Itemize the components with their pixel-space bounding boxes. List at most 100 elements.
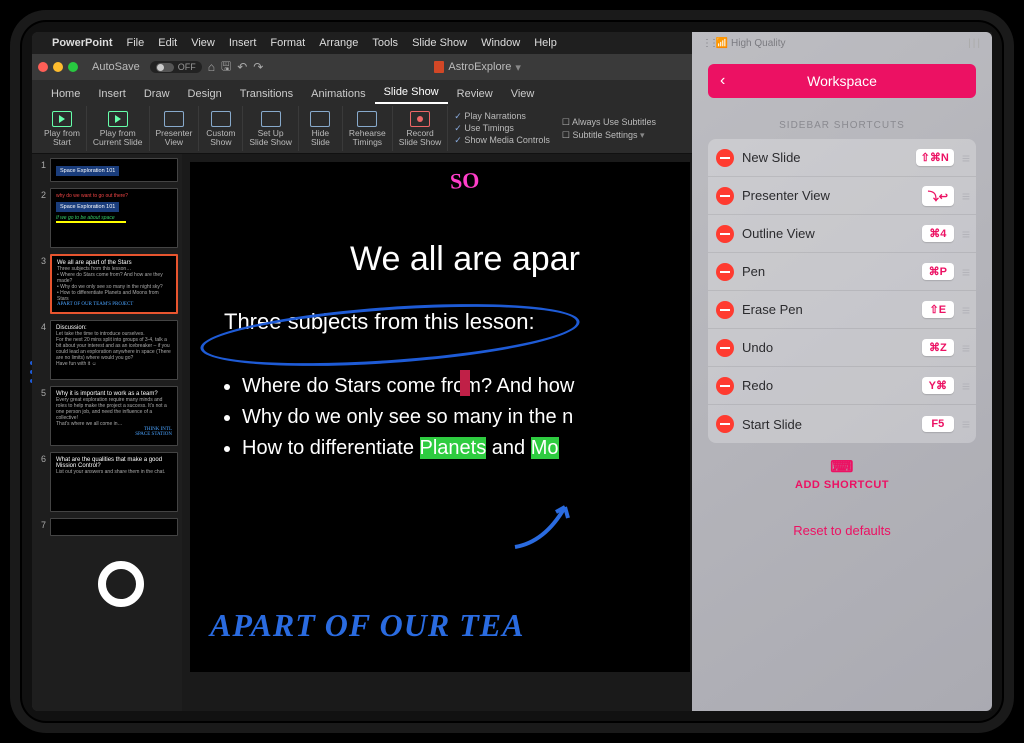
shortcut-row[interactable]: Outline View⌘4≡ — [708, 215, 976, 253]
tab-slideshow[interactable]: Slide Show — [375, 82, 448, 104]
annotation-handwriting: APART OF OUR TEA — [210, 607, 524, 644]
menu-view[interactable]: View — [191, 37, 215, 49]
menu-arrange[interactable]: Arrange — [319, 37, 358, 49]
traffic-lights[interactable] — [38, 62, 78, 72]
add-shortcut-button[interactable]: ⌨ ADD SHORTCUT — [692, 457, 992, 491]
drag-handle-icon[interactable]: ≡ — [962, 264, 968, 280]
play-from-start-button[interactable]: Play from Start — [38, 106, 87, 151]
thumbnail-3[interactable]: We all are apart of the StarsThree subje… — [50, 254, 178, 314]
save-icon[interactable]: 🖫 — [221, 57, 231, 78]
zoom-icon[interactable] — [68, 62, 78, 72]
tab-draw[interactable]: Draw — [135, 84, 179, 104]
subtitle-controls: Always Use Subtitles Subtitle Settings — [556, 106, 662, 151]
close-icon[interactable] — [38, 62, 48, 72]
assistive-touch-icon[interactable] — [98, 561, 144, 607]
drag-handle-icon[interactable]: ≡ — [962, 226, 968, 242]
keyboard-icon: ⌨ — [692, 457, 992, 477]
redo-icon[interactable]: ↷ — [253, 60, 263, 74]
record-slideshow-button[interactable]: Record Slide Show — [393, 106, 449, 151]
drag-handle-icon[interactable]: ≡ — [962, 340, 968, 356]
workspace-button[interactable]: ‹ Workspace — [708, 64, 976, 98]
thumbnail-4[interactable]: Discussion:Let take the time to introduc… — [50, 320, 178, 380]
shortcut-row[interactable]: Undo⌘Z≡ — [708, 329, 976, 367]
remove-icon[interactable] — [716, 149, 734, 167]
slide-thumbnails: 1 Space Exploration 101 2 why do we want… — [32, 154, 182, 711]
ipad-frame: PowerPoint File Edit View Insert Format … — [10, 10, 1014, 733]
setup-slideshow-button[interactable]: Set Up Slide Show — [243, 106, 299, 151]
remove-icon[interactable] — [716, 263, 734, 281]
window-titlebar: AutoSave OFF ⌂ 🖫 ↶ ↷ AstroExplore ▾ — [32, 54, 692, 80]
thumbnail-2[interactable]: why do we want to go out there?Space Exp… — [50, 188, 178, 248]
tab-design[interactable]: Design — [179, 84, 231, 104]
tab-animations[interactable]: Animations — [302, 84, 374, 104]
slide-bullets: Where do Stars come from? And how Why do… — [242, 371, 670, 464]
thumbnail-6[interactable]: What are the qualities that make a good … — [50, 452, 178, 512]
app-name[interactable]: PowerPoint — [52, 37, 113, 49]
home-icon[interactable]: ⌂ — [208, 60, 215, 74]
remove-icon[interactable] — [716, 225, 734, 243]
shortcut-row[interactable]: Pen⌘P≡ — [708, 253, 976, 291]
reset-defaults-button[interactable]: Reset to defaults — [692, 523, 992, 538]
check-show-media[interactable]: Show Media Controls — [454, 135, 550, 146]
shortcut-row[interactable]: Presenter View⤵↩≡ — [708, 177, 976, 215]
menu-window[interactable]: Window — [481, 37, 520, 49]
drag-handle-icon[interactable]: ≡ — [962, 416, 968, 432]
tab-insert[interactable]: Insert — [89, 84, 135, 104]
drag-handle-icon[interactable]: ≡ — [962, 302, 968, 318]
tab-review[interactable]: Review — [448, 84, 502, 104]
shortcut-row[interactable]: Start SlideF5≡ — [708, 405, 976, 443]
minimize-icon[interactable] — [53, 62, 63, 72]
quality-indicator: 📶 High Quality — [702, 38, 785, 49]
check-use-timings[interactable]: Use Timings — [454, 123, 550, 134]
hide-slide-button[interactable]: Hide Slide — [299, 106, 343, 151]
remove-icon[interactable] — [716, 339, 734, 357]
thumbnail-7[interactable] — [50, 518, 178, 536]
menu-tools[interactable]: Tools — [372, 37, 398, 49]
play-from-current-button[interactable]: Play from Current Slide — [87, 106, 150, 151]
mac-menubar: PowerPoint File Edit View Insert Format … — [32, 32, 692, 54]
tab-view[interactable]: View — [502, 84, 544, 104]
drag-handle-icon[interactable]: ≡ — [962, 188, 968, 204]
narration-checks: Play Narrations Use Timings Show Media C… — [448, 106, 556, 151]
remove-icon[interactable] — [716, 187, 734, 205]
remove-icon[interactable] — [716, 415, 734, 433]
subtitle-settings-dropdown[interactable]: Subtitle Settings — [562, 130, 656, 141]
drag-handle-icon[interactable]: ≡ — [962, 150, 968, 166]
annotation-pink: SO — [449, 167, 480, 195]
menu-edit[interactable]: Edit — [158, 37, 177, 49]
menu-format[interactable]: Format — [270, 37, 305, 49]
shortcut-row[interactable]: RedoY⌘≡ — [708, 367, 976, 405]
autosave-toggle[interactable]: OFF — [150, 61, 202, 73]
rehearse-timings-button[interactable]: Rehearse Timings — [343, 106, 393, 151]
menu-file[interactable]: File — [127, 37, 145, 49]
back-icon[interactable]: ‹ — [720, 72, 725, 90]
workarea: 1 Space Exploration 101 2 why do we want… — [32, 154, 692, 711]
annotation-arrow — [510, 492, 580, 552]
sidecar-panel: 📶 High Quality ||| ‹ Workspace SIDEBAR S… — [692, 32, 992, 711]
check-always-subtitles[interactable]: Always Use Subtitles — [562, 117, 656, 128]
thumbnail-5[interactable]: Why it is important to work as a team?Ev… — [50, 386, 178, 446]
thumbnail-1[interactable]: Space Exploration 101 — [50, 158, 178, 182]
tab-home[interactable]: Home — [42, 84, 89, 104]
shortcuts-heading: SIDEBAR SHORTCUTS — [692, 120, 992, 131]
remove-icon[interactable] — [716, 377, 734, 395]
menu-insert[interactable]: Insert — [229, 37, 257, 49]
menu-help[interactable]: Help — [534, 37, 557, 49]
shortcut-row[interactable]: Erase Pen⇧E≡ — [708, 291, 976, 329]
check-play-narrations[interactable]: Play Narrations — [454, 111, 550, 122]
slide-canvas[interactable]: SO We all are apar Three subjects from t… — [182, 154, 692, 711]
undo-icon[interactable]: ↶ — [237, 60, 247, 74]
remove-icon[interactable] — [716, 301, 734, 319]
slide-title: We all are apar — [350, 240, 670, 279]
ribbon: Play from Start Play from Current Slide … — [32, 104, 692, 154]
custom-show-button[interactable]: Custom Show — [199, 106, 243, 151]
menu-slideshow[interactable]: Slide Show — [412, 37, 467, 49]
shortcut-row[interactable]: New Slide⇧⌘N≡ — [708, 139, 976, 177]
drag-handle-icon[interactable]: ≡ — [962, 378, 968, 394]
panel-drag-icon[interactable]: ||| — [968, 38, 982, 49]
ipad-screen: PowerPoint File Edit View Insert Format … — [32, 32, 992, 711]
autosave-label: AutoSave — [92, 61, 140, 73]
tab-transitions[interactable]: Transitions — [231, 84, 302, 104]
presenter-view-button[interactable]: Presenter View — [150, 106, 200, 151]
document-title[interactable]: AstroExplore ▾ — [269, 61, 686, 74]
